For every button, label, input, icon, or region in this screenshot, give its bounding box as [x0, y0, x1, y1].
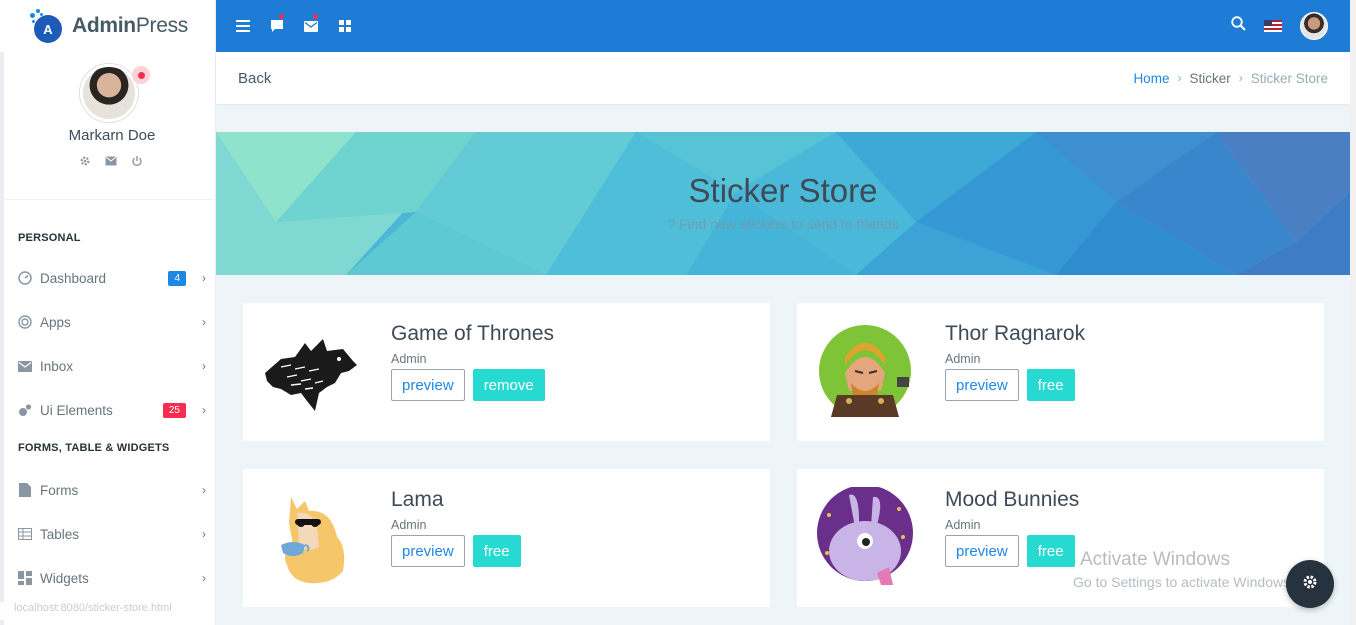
sticker-author: Admin — [945, 352, 981, 366]
sidebar-item-label: Widgets — [40, 570, 89, 586]
breadcrumb-sticker[interactable]: Sticker — [1189, 71, 1230, 86]
notification-dot — [313, 14, 318, 19]
free-button[interactable]: free — [472, 535, 521, 567]
sidebar-item-label: Inbox — [40, 358, 74, 374]
preview-button[interactable]: preview — [391, 369, 465, 401]
mail-icon — [18, 359, 32, 373]
search-icon[interactable] — [1231, 16, 1246, 36]
banner-subtitle: ? Find new stickers to send to friends — [667, 216, 899, 232]
sticker-title: Thor Ragnarok — [945, 322, 1086, 345]
thor-sticker-image — [815, 321, 915, 421]
power-icon[interactable] — [130, 154, 144, 168]
count-badge: 25 — [162, 402, 186, 418]
remove-button[interactable]: remove — [472, 369, 545, 401]
settings-button[interactable] — [1286, 560, 1334, 608]
sticker-author: Admin — [945, 518, 981, 532]
sidebar-item-widgets[interactable]: Widgets › — [4, 556, 215, 600]
gauge-icon — [18, 271, 32, 285]
nav-caption-personal: PERSONAL — [18, 232, 81, 244]
chevron-right-icon: › — [1177, 71, 1182, 85]
profile-actions — [78, 154, 144, 168]
sticker-card: Lama Admin preview free — [243, 469, 770, 607]
avatar[interactable] — [80, 64, 138, 122]
sidebar-item-inbox[interactable]: Inbox › — [4, 344, 215, 388]
free-button[interactable]: free — [1026, 369, 1075, 401]
file-icon — [18, 483, 32, 497]
brand-logo[interactable]: A AdminPress — [0, 0, 215, 52]
breadcrumb-home[interactable]: Home — [1133, 71, 1169, 86]
sticker-author: Admin — [391, 352, 427, 366]
count-badge: 4 — [168, 270, 186, 286]
user-profile: Markarn Doe — [0, 52, 215, 200]
sidebar-nav: PERSONAL Dashboard 4 › Apps › Inbox › Ui… — [0, 200, 215, 625]
nav-caption-forms: FORMS, TABLE & WIDGETS — [18, 442, 170, 454]
sidebar-item-label: Dashboard — [40, 270, 107, 286]
brand-name: AdminPress — [72, 14, 189, 37]
online-indicator — [132, 66, 150, 84]
status-url: localhost:8080/sticker-store.html — [0, 602, 200, 620]
sidebar-item-forms[interactable]: Forms › — [4, 468, 215, 512]
sticker-author: Admin — [391, 518, 427, 532]
sidebar-item-label: Ui Elements — [40, 402, 113, 418]
target-icon — [18, 315, 32, 329]
sidebar-item-ui-elements[interactable]: Ui Elements 25 › — [4, 388, 215, 432]
preview-button[interactable]: preview — [945, 535, 1019, 567]
sidebar-item-tables[interactable]: Tables › — [4, 512, 215, 556]
activation-watermark-title: Activate Windows — [1080, 549, 1230, 570]
chevron-right-icon: › — [202, 527, 206, 541]
back-link[interactable]: Back — [238, 70, 271, 87]
chevron-right-icon: › — [202, 315, 206, 329]
us-flag-icon[interactable] — [1264, 20, 1282, 32]
sticker-title: Game of Thrones — [391, 322, 555, 345]
preview-button[interactable]: preview — [391, 535, 465, 567]
chevron-right-icon: › — [202, 403, 206, 417]
chevron-right-icon: › — [1238, 71, 1243, 85]
breadcrumb-current: Sticker Store — [1250, 70, 1328, 86]
table-icon — [18, 527, 32, 541]
page-scrollbar[interactable] — [1350, 0, 1356, 625]
message-icon[interactable] — [260, 0, 294, 52]
sticker-card: Game of Thrones Admin preview remove — [243, 303, 770, 441]
sidebar-item-label: Apps — [40, 314, 71, 330]
user-avatar[interactable] — [1300, 12, 1328, 40]
widgets-icon — [18, 571, 32, 585]
direwolf-sticker-image — [261, 321, 361, 421]
sticker-title: Mood Bunnies — [945, 488, 1080, 511]
llama-sticker-image — [261, 487, 361, 587]
sticker-title: Lama — [391, 488, 444, 511]
notification-dot — [279, 14, 284, 19]
activation-watermark-subtitle: Go to Settings to activate Windows. — [1073, 574, 1294, 590]
sidebar-item-label: Tables — [40, 526, 80, 542]
chevron-right-icon: › — [202, 483, 206, 497]
chevron-right-icon: › — [202, 359, 206, 373]
gear-icon — [1302, 574, 1318, 595]
chevron-right-icon: › — [202, 271, 206, 285]
free-button[interactable]: free — [1026, 535, 1075, 567]
envelope-icon[interactable] — [294, 0, 328, 52]
logo-icon: A — [30, 9, 64, 43]
menu-icon[interactable] — [226, 0, 260, 52]
sidebar-item-label: Forms — [40, 482, 79, 498]
banner-title: Sticker Store — [688, 172, 878, 209]
breadcrumb: Home › Sticker › Sticker Store — [1133, 71, 1328, 86]
topbar — [216, 0, 1350, 52]
sidebar: A AdminPress Markarn Doe PERSONAL Dashbo… — [0, 0, 216, 625]
sidebar-item-apps[interactable]: Apps › — [4, 300, 215, 344]
sidebar-item-dashboard[interactable]: Dashboard 4 › — [4, 256, 215, 300]
gear-icon[interactable] — [78, 154, 92, 168]
bubbles-icon — [18, 403, 32, 417]
sticker-card: Thor Ragnarok Admin preview free — [797, 303, 1324, 441]
sticker-store-banner: Sticker Store ? Find new stickers to sen… — [216, 132, 1350, 275]
chevron-right-icon: › — [202, 571, 206, 585]
bunny-sticker-image — [815, 485, 915, 587]
profile-name[interactable]: Markarn Doe — [4, 127, 215, 144]
page-header: Back Home › Sticker › Sticker Store — [216, 52, 1350, 104]
preview-button[interactable]: preview — [945, 369, 1019, 401]
topbar-right — [1231, 12, 1350, 40]
mail-icon[interactable] — [104, 154, 118, 168]
grid-icon[interactable] — [328, 0, 362, 52]
